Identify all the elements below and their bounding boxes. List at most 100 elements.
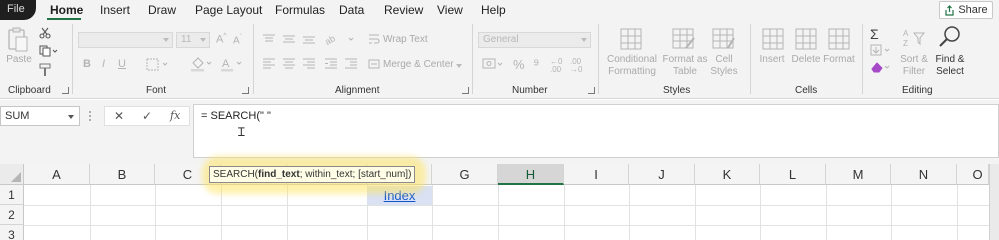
delete-cells-icon[interactable] bbox=[795, 28, 817, 50]
borders-icon[interactable] bbox=[146, 58, 170, 72]
decrease-font-size-icon[interactable]: Aˇ bbox=[233, 34, 242, 46]
autosum-icon[interactable]: Σ bbox=[870, 26, 879, 42]
vertical-align-icons[interactable] bbox=[262, 33, 318, 45]
conditional-formatting-label-1[interactable]: Conditional bbox=[603, 54, 661, 66]
format-as-table-label-2[interactable]: Table bbox=[660, 66, 710, 78]
column-header-m[interactable]: M bbox=[826, 164, 891, 185]
font-name-select[interactable] bbox=[78, 32, 173, 48]
clear-eraser-icon[interactable] bbox=[870, 61, 892, 73]
find-select-label-1[interactable]: Find & bbox=[930, 54, 970, 66]
find-select-icon[interactable] bbox=[938, 25, 962, 49]
font-size-select[interactable]: 11 bbox=[176, 32, 210, 48]
number-dialog-launcher-icon[interactable] bbox=[588, 87, 595, 94]
format-cells-icon[interactable] bbox=[828, 28, 850, 50]
comma-style-icon[interactable]: ⁹ bbox=[533, 56, 539, 73]
share-label: Share bbox=[958, 4, 988, 16]
insert-cells-label[interactable]: Insert bbox=[755, 54, 789, 66]
italic-icon[interactable]: I bbox=[102, 58, 105, 70]
format-as-table-icon[interactable] bbox=[672, 28, 696, 50]
tab-file-label: File bbox=[7, 3, 25, 15]
sort-filter-label-1[interactable]: Sort & bbox=[894, 54, 934, 66]
svg-text:A: A bbox=[222, 58, 230, 70]
name-box[interactable]: SUM bbox=[0, 106, 80, 126]
cell-styles-label-2[interactable]: Styles bbox=[704, 66, 744, 78]
indent-icons[interactable] bbox=[324, 58, 364, 70]
column-header-h[interactable]: H bbox=[498, 164, 564, 185]
copy-icon[interactable] bbox=[39, 45, 59, 57]
tab-file[interactable]: File bbox=[0, 0, 36, 20]
format-as-table-label-1[interactable]: Format as bbox=[660, 54, 710, 66]
chevron-down-icon bbox=[200, 38, 206, 42]
bold-icon[interactable]: B bbox=[83, 58, 91, 70]
cell-styles-label-1[interactable]: Cell bbox=[704, 54, 744, 66]
font-color-icon[interactable]: A bbox=[220, 56, 244, 72]
font-size-value: 11 bbox=[181, 34, 192, 45]
insert-function-icon[interactable]: fx bbox=[170, 109, 180, 122]
format-painter-icon[interactable] bbox=[39, 63, 53, 77]
formula-input[interactable] bbox=[193, 104, 999, 158]
group-divider bbox=[598, 24, 599, 94]
row-header-3[interactable]: 3 bbox=[0, 225, 24, 240]
column-header-a[interactable]: A bbox=[24, 164, 90, 185]
cut-icon[interactable] bbox=[39, 27, 51, 39]
tooltip-arg-within-text[interactable]: within_text bbox=[305, 169, 352, 180]
tab-review[interactable]: Review bbox=[384, 3, 423, 17]
clipboard-dialog-launcher-icon[interactable] bbox=[62, 87, 69, 94]
decrease-decimal-icon[interactable]: .00 →0 bbox=[570, 58, 582, 74]
column-header-k[interactable]: K bbox=[695, 164, 760, 185]
share-button[interactable]: Share bbox=[939, 1, 993, 19]
alignment-dialog-launcher-icon[interactable] bbox=[462, 87, 469, 94]
cell-styles-icon[interactable] bbox=[712, 28, 736, 50]
increase-font-size-icon[interactable]: A^ bbox=[216, 33, 227, 46]
insert-cells-icon[interactable] bbox=[762, 28, 784, 50]
tab-page-layout[interactable]: Page Layout bbox=[195, 3, 262, 17]
orientation-icon[interactable]: ab bbox=[324, 32, 358, 46]
editing-group-label: Editing bbox=[902, 85, 933, 96]
vertical-scrollbar[interactable] bbox=[989, 164, 999, 240]
delete-cells-label[interactable]: Delete bbox=[789, 54, 823, 66]
sort-filter-icon[interactable]: AZ bbox=[902, 27, 926, 49]
conditional-formatting-label-2[interactable]: Formatting bbox=[603, 66, 661, 78]
tooltip-arg-start-num[interactable]: [start_num] bbox=[358, 169, 408, 180]
horizontal-align-icons[interactable] bbox=[262, 58, 318, 70]
merge-center-label[interactable]: Merge & Center bbox=[383, 59, 454, 71]
sort-filter-label-2[interactable]: Filter bbox=[894, 66, 934, 78]
tab-data[interactable]: Data bbox=[339, 3, 364, 17]
row-header-1[interactable]: 1 bbox=[0, 185, 24, 205]
wrap-text-label[interactable]: Wrap Text bbox=[383, 34, 428, 46]
number-format-select[interactable]: General bbox=[478, 32, 591, 48]
percent-style-icon[interactable]: % bbox=[513, 57, 525, 72]
row-header-2[interactable]: 2 bbox=[0, 205, 24, 225]
tab-home[interactable]: Home bbox=[50, 3, 83, 17]
column-header-o[interactable]: O bbox=[957, 164, 989, 185]
find-select-label-2[interactable]: Select bbox=[930, 66, 970, 78]
conditional-formatting-icon[interactable] bbox=[620, 28, 642, 50]
select-all-button[interactable] bbox=[0, 164, 24, 185]
function-argument-tooltip[interactable]: SEARCH(find_text; within_text; [start_nu… bbox=[209, 166, 416, 183]
fill-color-icon[interactable] bbox=[190, 56, 214, 72]
enter-icon[interactable]: ✓ bbox=[142, 109, 152, 123]
cancel-icon[interactable]: ✕ bbox=[114, 109, 124, 123]
tab-formulas[interactable]: Formulas bbox=[275, 3, 325, 17]
tab-insert[interactable]: Insert bbox=[100, 3, 130, 17]
underline-icon[interactable]: U bbox=[118, 58, 126, 70]
column-header-l[interactable]: L bbox=[760, 164, 826, 185]
column-header-i[interactable]: I bbox=[564, 164, 629, 185]
column-header-g[interactable]: G bbox=[432, 164, 498, 185]
tab-help[interactable]: Help bbox=[481, 3, 506, 17]
column-header-b[interactable]: B bbox=[90, 164, 155, 185]
merge-center-icon[interactable] bbox=[368, 58, 380, 70]
accounting-format-icon[interactable] bbox=[482, 57, 504, 71]
format-cells-label[interactable]: Format bbox=[821, 54, 857, 66]
paste-icon[interactable] bbox=[7, 27, 29, 53]
increase-decimal-icon[interactable]: ←0.00 bbox=[550, 58, 562, 74]
tab-draw[interactable]: Draw bbox=[148, 3, 176, 17]
chevron-down-icon[interactable] bbox=[456, 64, 462, 68]
font-dialog-launcher-icon[interactable] bbox=[242, 87, 249, 94]
wrap-text-icon[interactable] bbox=[368, 33, 380, 45]
column-header-n[interactable]: N bbox=[891, 164, 957, 185]
fill-icon[interactable] bbox=[870, 44, 892, 56]
tooltip-arg-find-text[interactable]: find_text bbox=[258, 169, 300, 180]
column-header-j[interactable]: J bbox=[629, 164, 695, 185]
tab-view[interactable]: View bbox=[437, 3, 463, 17]
